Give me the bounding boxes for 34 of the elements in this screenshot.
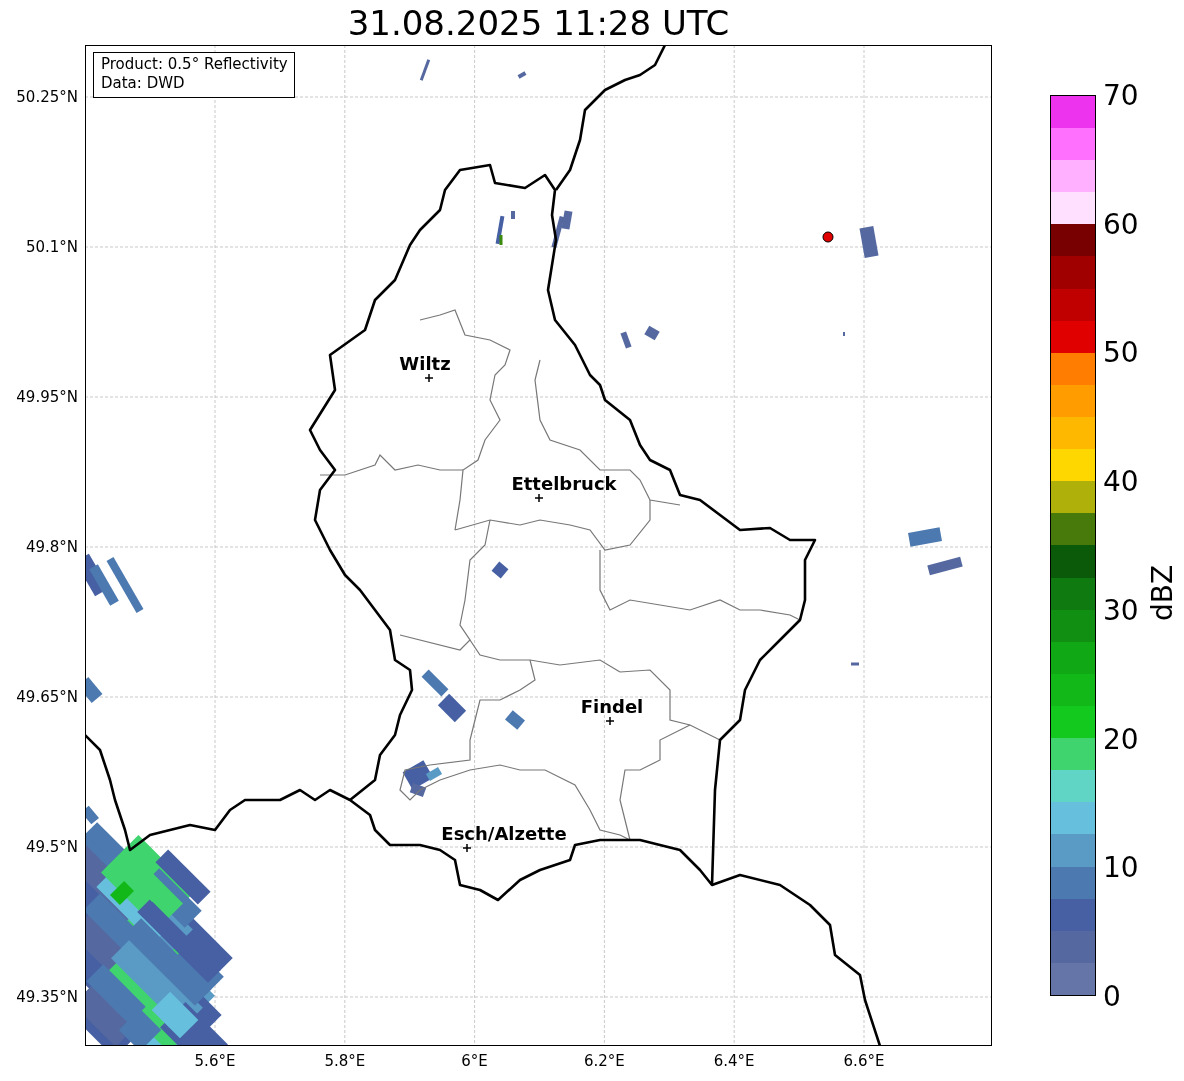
chart-title: 31.08.2025 11:28 UTC	[346, 2, 731, 45]
location-marker	[822, 231, 834, 243]
colorbar-tick-label: 10	[1103, 850, 1139, 884]
city-label: Esch/Alzette	[441, 822, 567, 844]
colorbar-tick-label: 0	[1103, 979, 1121, 1013]
axis-tick-label: 50.25°N	[16, 88, 78, 106]
colorbar-tick-label: 70	[1103, 78, 1139, 112]
axis-tick-label: 6.4°E	[713, 1052, 755, 1070]
city-marker	[605, 716, 615, 726]
axis-tick-label: 49.35°N	[16, 988, 78, 1006]
colorbar-label: dBZ	[1145, 564, 1179, 622]
city-label: Ettelbruck	[511, 472, 617, 494]
colorbar-tick-label: 40	[1103, 464, 1139, 498]
city-label: Wiltz	[399, 352, 451, 374]
axis-tick-label: 49.95°N	[16, 388, 78, 406]
axis-tick-label: 6.2°E	[583, 1052, 625, 1070]
colorbar-tick-label: 50	[1103, 335, 1139, 369]
city-label: Findel	[580, 695, 644, 717]
city-marker	[462, 843, 472, 853]
colorbar-tick-label: 30	[1103, 593, 1139, 627]
city-marker	[534, 493, 544, 503]
info-text: Product: 0.5° Reflectivity	[101, 55, 288, 74]
axis-tick-label: 6.6°E	[843, 1052, 885, 1070]
axis-tick-label: 5.8°E	[324, 1052, 366, 1070]
axis-tick-label: 49.5°N	[25, 838, 78, 856]
axis-tick-label: 49.65°N	[16, 688, 78, 706]
axis-tick-label: 49.8°N	[25, 538, 78, 556]
info-text: Data: DWD	[101, 74, 186, 93]
colorbar-tick-label: 20	[1103, 722, 1139, 756]
colorbar-tick-label: 60	[1103, 207, 1139, 241]
axis-tick-label: 50.1°N	[25, 238, 78, 256]
city-marker	[424, 373, 434, 383]
axis-tick-label: 5.6°E	[194, 1052, 236, 1070]
axis-tick-label: 6°E	[461, 1052, 488, 1070]
